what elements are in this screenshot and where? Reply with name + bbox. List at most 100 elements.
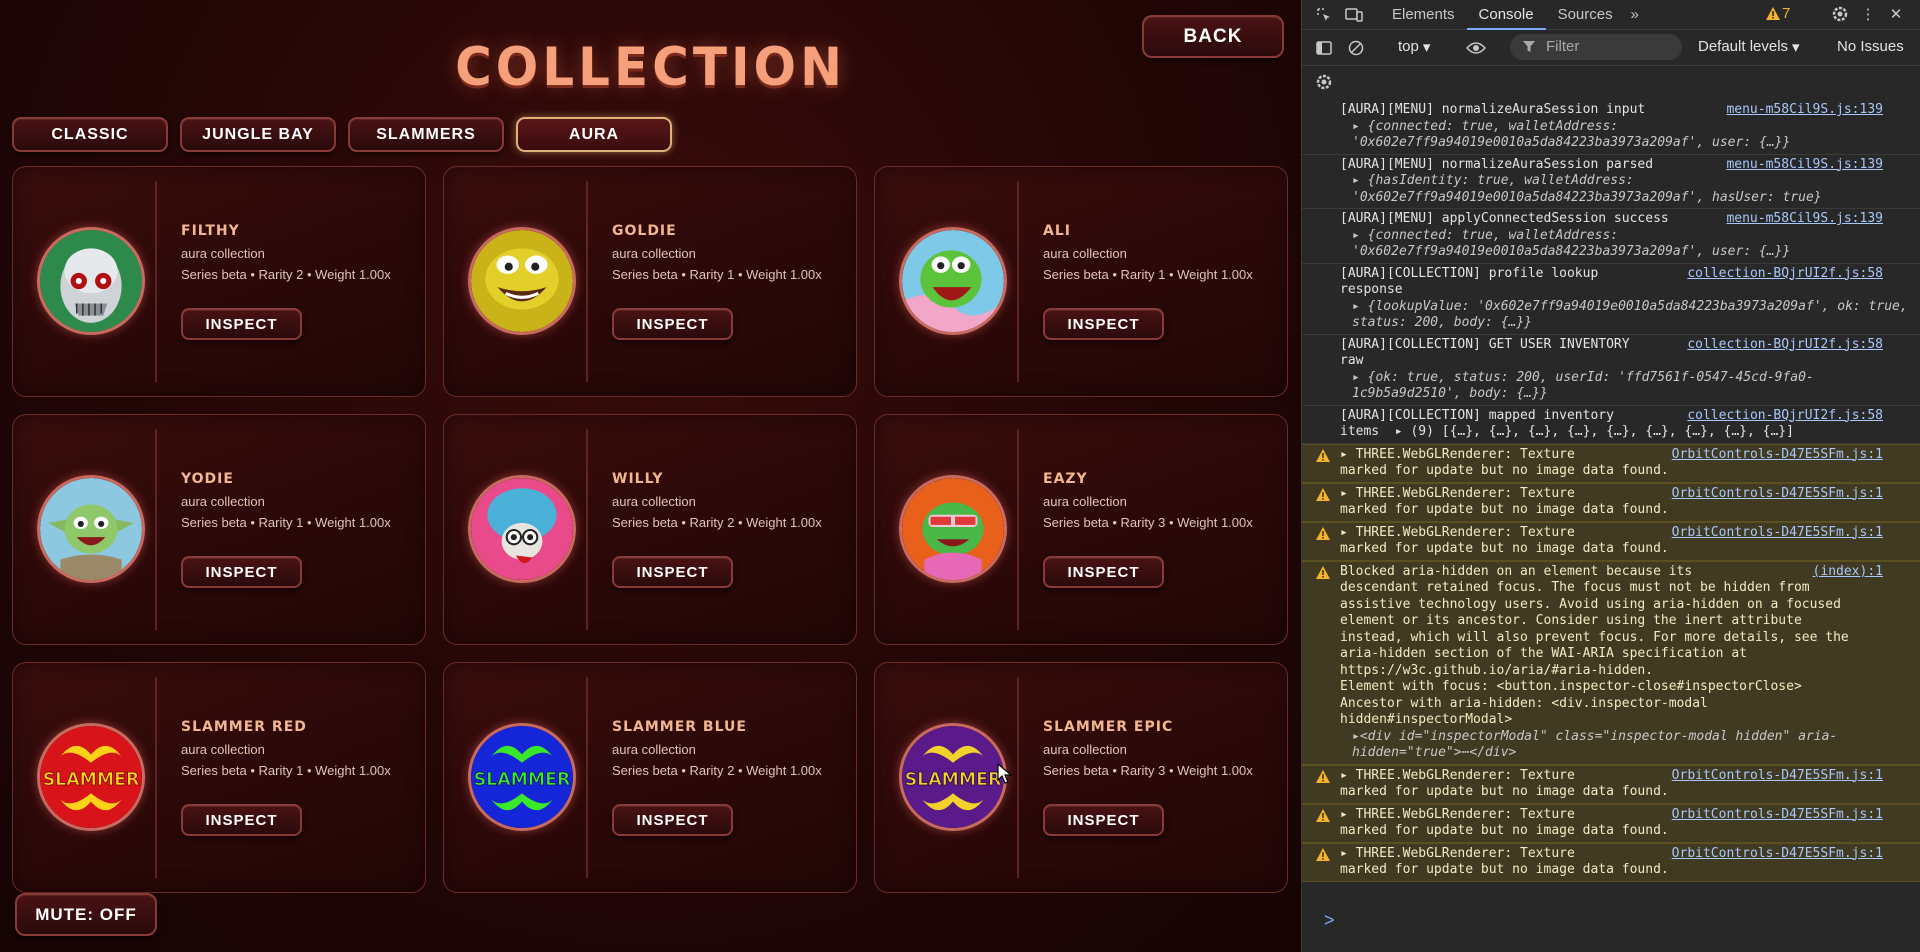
warning-badge[interactable]: 7: [1766, 5, 1790, 22]
source-link[interactable]: collection-BQjrUI2f.js:58: [1687, 266, 1883, 283]
source-link[interactable]: collection-BQjrUI2f.js:58: [1687, 408, 1883, 425]
warning-icon: [1316, 448, 1330, 462]
close-icon[interactable]: ✕: [1886, 4, 1906, 24]
console-message[interactable]: collection-BQjrUI2f.js:58 [AURA][COLLECTI…: [1302, 335, 1920, 406]
source-link[interactable]: menu-m58Cil9S.js:139: [1726, 211, 1883, 228]
source-link[interactable]: (index):1: [1813, 564, 1883, 581]
filter-input[interactable]: Filter: [1510, 34, 1682, 60]
more-tabs-icon[interactable]: »: [1625, 5, 1645, 25]
log-levels-dropdown[interactable]: Default levels ▾: [1698, 38, 1800, 56]
slammer-logo-text: SLAMMER: [474, 770, 571, 790]
warning-icon: [1316, 565, 1330, 579]
message-object[interactable]: ▸ {ok: true, status: 200, userId: 'ffd75…: [1340, 370, 1913, 403]
console-message[interactable]: collection-BQjrUI2f.js:58 [AURA][COLLECTI…: [1302, 264, 1920, 335]
console-message[interactable]: collection-BQjrUI2f.js:58 [AURA][COLLECTI…: [1302, 406, 1920, 444]
source-link[interactable]: menu-m58Cil9S.js:139: [1726, 102, 1883, 119]
card-meta: Series beta • Rarity 2 • Weight 1.00x: [612, 515, 822, 530]
console-warning[interactable]: OrbitControls-D47E5SFm.js:1 ▸ THREE.WebGL…: [1302, 443, 1920, 483]
source-link[interactable]: OrbitControls-D47E5SFm.js:1: [1672, 525, 1883, 542]
warning-count: 7: [1782, 5, 1791, 22]
tab-aura[interactable]: AURA: [516, 117, 672, 152]
card-collection: aura collection: [612, 246, 696, 261]
clear-console-icon[interactable]: [1346, 38, 1366, 58]
warning-icon: [1316, 808, 1330, 822]
source-link[interactable]: collection-BQjrUI2f.js:58: [1687, 337, 1883, 354]
devtools-panel: Elements Console Sources » 7 ⋮ ✕ top ▾ Fi…: [1301, 0, 1920, 952]
inspect-button[interactable]: INSPECT: [1043, 308, 1164, 340]
console-warning[interactable]: OrbitControls-D47E5SFm.js:1 ▸ THREE.WebGL…: [1302, 803, 1920, 843]
back-button[interactable]: BACK: [1142, 15, 1284, 58]
gold-frog-avatar: [468, 227, 576, 335]
tab-slammers[interactable]: SLAMMERS: [348, 117, 504, 152]
card-meta: Series beta • Rarity 1 • Weight 1.00x: [1043, 267, 1253, 282]
source-link[interactable]: OrbitControls-D47E5SFm.js:1: [1672, 846, 1883, 863]
tab-elements[interactable]: Elements: [1380, 0, 1467, 30]
tab-sources[interactable]: Sources: [1546, 0, 1625, 30]
card-meta: Series beta • Rarity 3 • Weight 1.00x: [1043, 763, 1253, 778]
inspect-button[interactable]: INSPECT: [181, 308, 302, 340]
yoda-frog-avatar: [37, 475, 145, 583]
device-toolbar-icon[interactable]: [1344, 5, 1364, 25]
tab-console[interactable]: Console: [1466, 0, 1546, 30]
card-name: EAZY: [1043, 471, 1088, 487]
collection-card: SLAMMER SLAMMER RED aura collection Seri…: [12, 662, 426, 893]
source-link[interactable]: menu-m58Cil9S.js:139: [1726, 157, 1883, 174]
console-warning[interactable]: (index):1 Blocked aria-hidden on an eleme…: [1302, 560, 1920, 765]
inspect-element-icon[interactable]: [1314, 5, 1334, 25]
card-divider: [1017, 429, 1019, 630]
console-message[interactable]: menu-m58Cil9S.js:139 [AURA][MENU] normali…: [1302, 155, 1920, 209]
tab-classic[interactable]: CLASSIC: [12, 117, 168, 152]
console-message[interactable]: menu-m58Cil9S.js:139 [AURA][MENU] applyCo…: [1302, 209, 1920, 264]
console-warning[interactable]: OrbitControls-D47E5SFm.js:1 ▸ THREE.WebGL…: [1302, 482, 1920, 522]
card-divider: [155, 181, 157, 382]
green-frog-avatar: [899, 227, 1007, 335]
alien-skull-avatar: [37, 227, 145, 335]
blue-creature-avatar: [468, 475, 576, 583]
collection-card: FILTHY aura collection Series beta • Rar…: [12, 166, 426, 397]
inspect-button[interactable]: INSPECT: [612, 556, 733, 588]
console-toolbar: top ▾ Filter Default levels ▾ No Issues: [1302, 30, 1920, 66]
console-warning[interactable]: OrbitControls-D47E5SFm.js:1 ▸ THREE.WebGL…: [1302, 521, 1920, 561]
console-warning[interactable]: OrbitControls-D47E5SFm.js:1 ▸ THREE.WebGL…: [1302, 764, 1920, 804]
inspect-button[interactable]: INSPECT: [612, 804, 733, 836]
card-meta: Series beta • Rarity 2 • Weight 1.00x: [181, 267, 391, 282]
pink-frog-avatar: [899, 475, 1007, 583]
card-divider: [155, 429, 157, 630]
console-warning[interactable]: OrbitControls-D47E5SFm.js:1 ▸ THREE.WebGL…: [1302, 842, 1920, 882]
message-object[interactable]: ▸ {lookupValue: '0x602e7ff9a94019e0010a5…: [1340, 299, 1913, 332]
card-collection: aura collection: [181, 742, 265, 757]
inspect-button[interactable]: INSPECT: [181, 556, 302, 588]
card-meta: Series beta • Rarity 2 • Weight 1.00x: [612, 763, 822, 778]
settings-gear-icon[interactable]: [1830, 4, 1850, 24]
eye-icon[interactable]: [1466, 38, 1486, 58]
card-meta: Series beta • Rarity 1 • Weight 1.00x: [612, 267, 822, 282]
inspect-button[interactable]: INSPECT: [1043, 556, 1164, 588]
source-link[interactable]: OrbitControls-D47E5SFm.js:1: [1672, 768, 1883, 785]
collection-card: EAZY aura collection Series beta • Rarit…: [874, 414, 1288, 645]
sidebar-toggle-icon[interactable]: [1314, 38, 1334, 58]
inspect-button[interactable]: INSPECT: [1043, 804, 1164, 836]
message-object[interactable]: ▸<div id="inspectorModal" class="inspect…: [1340, 729, 1913, 762]
message-object[interactable]: ▸ {connected: true, walletAddress: '0x60…: [1340, 119, 1913, 152]
card-divider: [586, 677, 588, 878]
slammer-logo-text: SLAMMER: [43, 770, 140, 790]
card-collection: aura collection: [612, 494, 696, 509]
inspect-button[interactable]: INSPECT: [181, 804, 302, 836]
more-options-icon[interactable]: ⋮: [1858, 4, 1878, 24]
inspect-button[interactable]: INSPECT: [612, 308, 733, 340]
source-link[interactable]: OrbitControls-D47E5SFm.js:1: [1672, 447, 1883, 464]
slammer-red-avatar: SLAMMER: [37, 723, 145, 831]
context-selector[interactable]: top ▾: [1398, 38, 1430, 56]
source-link[interactable]: OrbitControls-D47E5SFm.js:1: [1672, 486, 1883, 503]
collection-card: ALI aura collection Series beta • Rarity…: [874, 166, 1288, 397]
tab-jungle-bay[interactable]: JUNGLE BAY: [180, 117, 336, 152]
console-message[interactable]: menu-m58Cil9S.js:139 [AURA][MENU] normali…: [1302, 100, 1920, 155]
message-object[interactable]: ▸ {connected: true, walletAddress: '0x60…: [1340, 228, 1913, 261]
mute-button[interactable]: MUTE: OFF: [15, 893, 157, 936]
console-settings-gear-icon[interactable]: [1314, 72, 1334, 92]
issues-label[interactable]: No Issues: [1837, 38, 1904, 55]
warning-icon: [1316, 487, 1330, 501]
console-prompt[interactable]: >: [1324, 910, 1335, 931]
message-object[interactable]: ▸ {hasIdentity: true, walletAddress: '0x…: [1340, 173, 1913, 206]
source-link[interactable]: OrbitControls-D47E5SFm.js:1: [1672, 807, 1883, 824]
